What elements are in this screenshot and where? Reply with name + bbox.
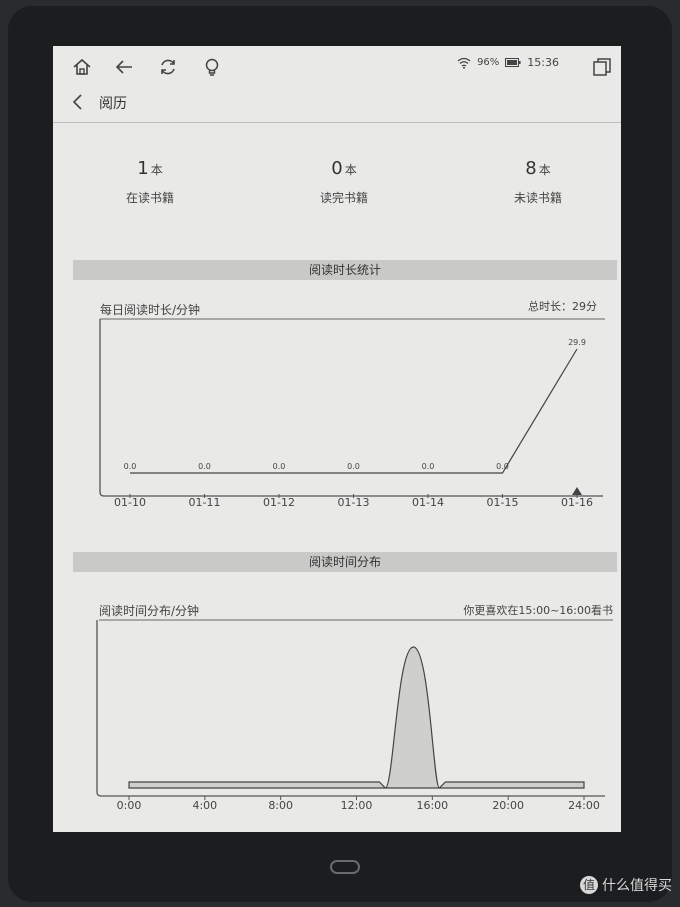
x-tick-label: 4:00 <box>192 799 217 812</box>
stat-unread: 8本 未读书籍 <box>463 158 613 206</box>
x-tick-label: 12:00 <box>341 799 373 812</box>
battery-level: 96% <box>477 57 500 68</box>
chart-title: 每日阅读时长/分钟 <box>100 302 200 317</box>
status-right: 96% 15:36 <box>457 56 559 69</box>
x-tick-label: 20:00 <box>492 799 524 812</box>
watermark-badge: 值 <box>580 876 598 894</box>
stat-label: 在读书籍 <box>125 191 174 205</box>
data-label: 0.0 <box>273 462 286 471</box>
device-frame: 96% 15:36 阅历 1本 在读书籍 0 本 读完书籍 8 本 未读书籍 阅… <box>8 6 672 902</box>
data-label: 29.9 <box>568 338 586 347</box>
title-bar: 阅历 <box>53 86 621 123</box>
page-title: 阅历 <box>99 96 127 112</box>
stat-label: 读完书籍 <box>319 191 368 205</box>
wifi-icon <box>457 57 471 69</box>
x-tick-label: 0:00 <box>117 799 142 812</box>
data-label: 0.0 <box>422 462 435 471</box>
series-line <box>130 348 578 474</box>
chevron-left-icon[interactable] <box>69 93 87 111</box>
watermark: 值 什么值得买 <box>580 875 672 895</box>
chart-title: 阅读时间分布/分钟 <box>99 603 199 618</box>
back-arrow-icon[interactable] <box>113 56 135 78</box>
home-icon[interactable] <box>71 56 93 78</box>
stat-finished: 0本 读完书籍 <box>269 158 419 206</box>
lightbulb-icon[interactable] <box>201 56 223 78</box>
chart-summary: 你更喜欢在15:00~16:00看书 <box>463 603 613 617</box>
stat-unit: 本 <box>344 163 357 177</box>
window-icon[interactable] <box>591 56 613 78</box>
home-button[interactable] <box>330 860 360 874</box>
screen: 96% 15:36 阅历 1本 在读书籍 0 本 读完书籍 8 本 未读书籍 阅… <box>53 46 621 832</box>
data-label: 0.0 <box>124 462 137 471</box>
status-bar: 96% 15:36 <box>53 46 621 86</box>
data-label: 0.0 <box>198 462 211 471</box>
stat-unit: 本 <box>538 163 551 177</box>
battery-icon <box>505 58 521 67</box>
stat-label: 未读书籍 <box>513 191 562 205</box>
watermark-text: 什么值得买 <box>602 878 672 894</box>
stat-value: 0 <box>331 158 343 179</box>
x-tick-label: 8:00 <box>268 799 293 812</box>
chart-axis <box>96 620 605 797</box>
section-distribution: 阅读时间分布 <box>73 552 617 572</box>
data-label: 0.0 <box>347 462 360 471</box>
x-tick-label: 16:00 <box>416 799 448 812</box>
time-distribution-chart: 阅读时间分布/分钟 你更喜欢在15:00~16:00看书 0:00 4:00 8:0… <box>96 603 613 812</box>
section-duration: 阅读时长统计 <box>73 260 617 280</box>
distribution-area <box>128 646 585 789</box>
chart-summary: 总时长：29分 <box>528 299 597 313</box>
clock: 15:36 <box>527 56 559 69</box>
stat-value: 8 <box>525 158 537 179</box>
stat-unit: 本 <box>150 163 163 177</box>
stat-value: 1 <box>137 158 149 179</box>
daily-reading-chart: 每日阅读时长/分钟 总时长：29分 0.001-100.001-110.001-… <box>99 299 605 509</box>
refresh-icon[interactable] <box>157 56 179 78</box>
data-label: 0.0 <box>496 462 509 471</box>
selected-marker <box>572 487 582 495</box>
x-tick-label: 24:00 <box>568 799 600 812</box>
stat-reading: 1本 在读书籍 <box>75 158 225 206</box>
